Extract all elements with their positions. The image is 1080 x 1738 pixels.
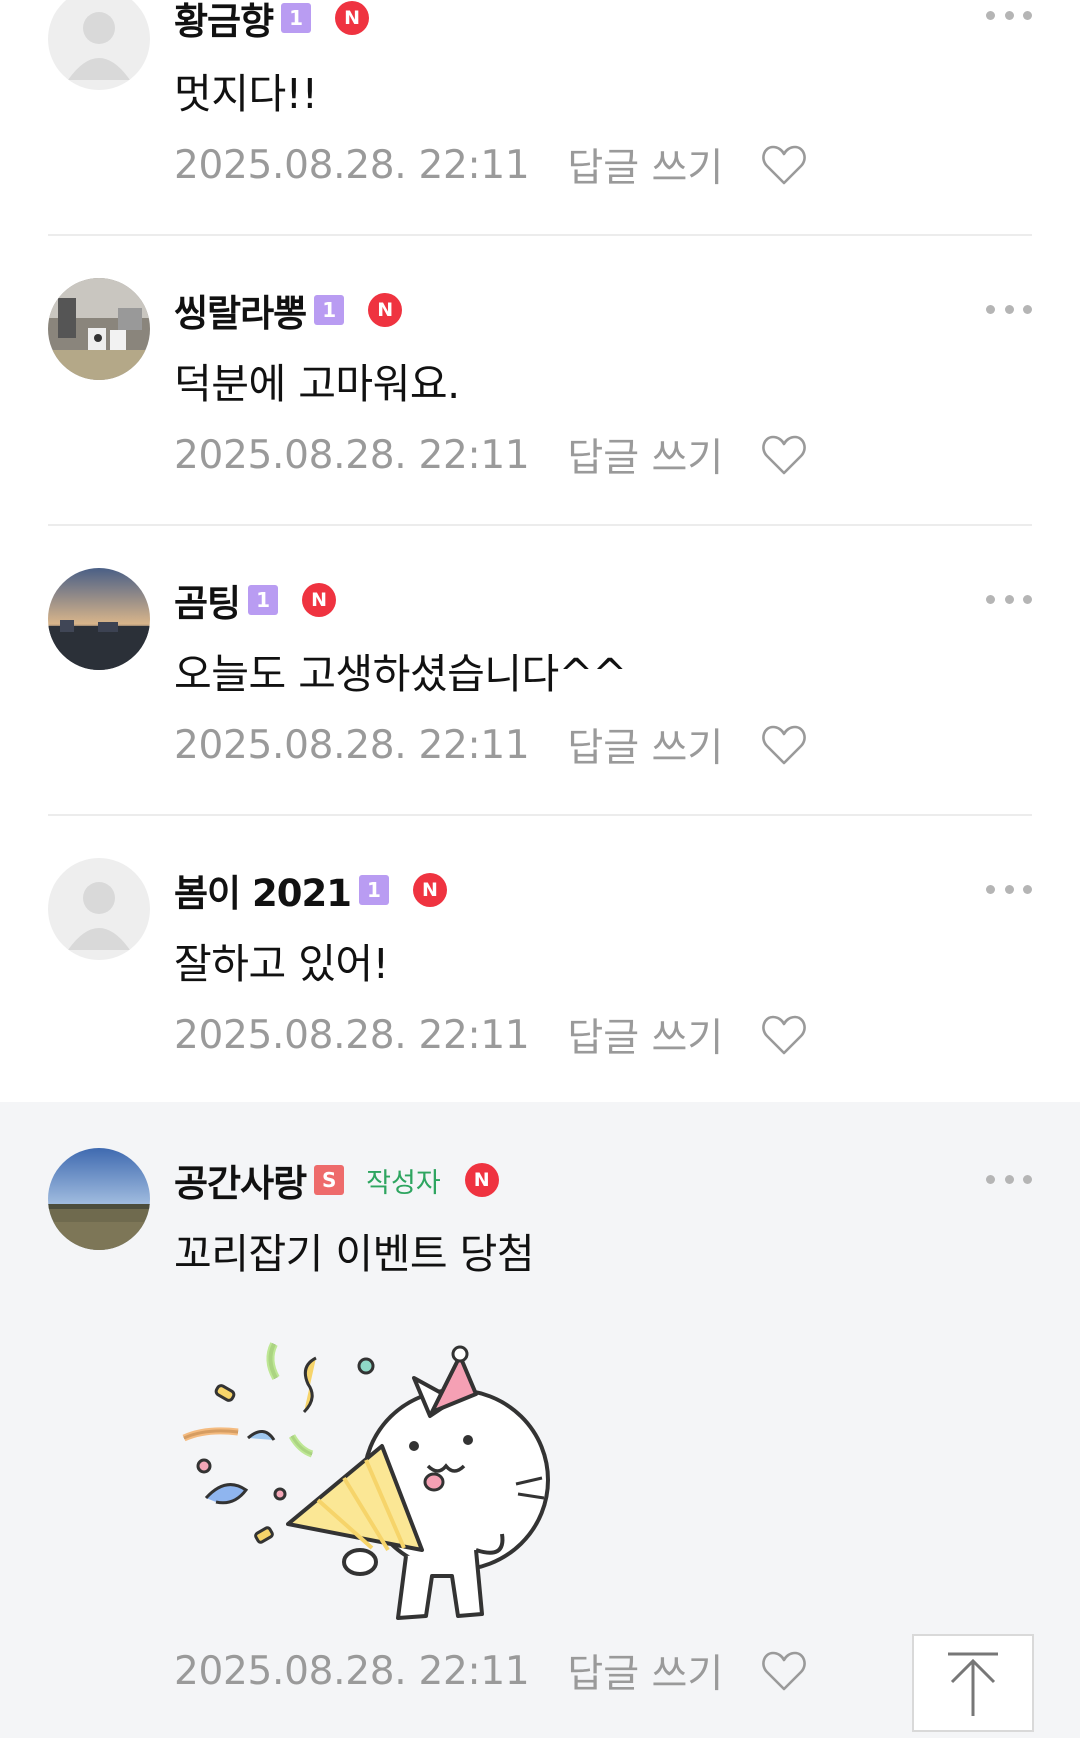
more-dots-icon[interactable] bbox=[986, 594, 1032, 604]
comment-item: 곰팅 1 N 오늘도 고생하셨습니다^^ 2025.08.28. 22:11 답… bbox=[0, 526, 1080, 816]
staff-badge: S bbox=[314, 1165, 345, 1195]
nickname[interactable]: 공간사랑 bbox=[174, 1153, 307, 1207]
avatar-default[interactable] bbox=[48, 858, 150, 960]
level-badge: 1 bbox=[314, 295, 345, 325]
avatar[interactable] bbox=[48, 568, 150, 670]
comment-date: 2025.08.28. 22:11 bbox=[174, 1012, 530, 1058]
reply-button[interactable]: 답글 쓰기 bbox=[567, 1007, 723, 1063]
new-badge: N bbox=[368, 293, 403, 327]
arrow-up-to-top-icon bbox=[948, 1652, 998, 1716]
party-cat-sticker bbox=[182, 1342, 550, 1620]
more-dots-icon[interactable] bbox=[986, 10, 1032, 20]
nickname[interactable]: 황금향 bbox=[174, 0, 274, 45]
comment-text: 잘하고 있어! bbox=[174, 940, 389, 988]
more-dots-icon[interactable] bbox=[986, 1174, 1032, 1184]
avatar[interactable] bbox=[48, 278, 150, 380]
comment-item: 황금향 1 N 멋지다!! 2025.08.28. 22:11 답글 쓰기 bbox=[0, 0, 1080, 236]
heart-icon[interactable] bbox=[761, 434, 807, 476]
scroll-to-top-button[interactable] bbox=[912, 1634, 1034, 1732]
comment-text: 멋지다!! bbox=[174, 70, 318, 118]
new-badge: N bbox=[464, 1163, 499, 1197]
avatar-default[interactable] bbox=[48, 0, 150, 90]
comment-item: 씽랄라뽕 1 N 덕분에 고마워요. 2025.08.28. 22:11 답글 … bbox=[0, 236, 1080, 526]
heart-icon[interactable] bbox=[761, 144, 807, 186]
more-dots-icon[interactable] bbox=[986, 304, 1032, 314]
level-badge: 1 bbox=[281, 3, 312, 33]
comment-date: 2025.08.28. 22:11 bbox=[174, 1648, 530, 1694]
comment-text: 오늘도 고생하셨습니다^^ bbox=[174, 650, 627, 698]
new-badge: N bbox=[412, 873, 447, 907]
reply-button[interactable]: 답글 쓰기 bbox=[567, 1643, 723, 1699]
comment-date: 2025.08.28. 22:11 bbox=[174, 432, 530, 478]
more-dots-icon[interactable] bbox=[986, 884, 1032, 894]
comment-text: 덕분에 고마워요. bbox=[174, 360, 460, 408]
author-tag: 작성자 bbox=[366, 1167, 441, 1199]
nickname[interactable]: 봄이 2021 bbox=[174, 863, 352, 917]
reply-button[interactable]: 답글 쓰기 bbox=[567, 717, 723, 773]
new-badge: N bbox=[335, 1, 370, 35]
comment-date: 2025.08.28. 22:11 bbox=[174, 142, 530, 188]
comment-text: 꼬리잡기 이벤트 당첨 bbox=[174, 1230, 535, 1278]
comment-date: 2025.08.28. 22:11 bbox=[174, 722, 530, 768]
heart-icon[interactable] bbox=[761, 1650, 807, 1692]
heart-icon[interactable] bbox=[761, 724, 807, 766]
reply-button[interactable]: 답글 쓰기 bbox=[567, 427, 723, 483]
comment-item: 봄이 2021 1 N 잘하고 있어! 2025.08.28. 22:11 답글… bbox=[0, 816, 1080, 1102]
reply-button[interactable]: 답글 쓰기 bbox=[567, 137, 723, 193]
level-badge: 1 bbox=[358, 875, 389, 905]
level-badge: 1 bbox=[248, 585, 279, 615]
heart-icon[interactable] bbox=[761, 1014, 807, 1056]
nickname[interactable]: 곰팅 bbox=[174, 573, 241, 627]
nickname[interactable]: 씽랄라뽕 bbox=[174, 283, 307, 337]
new-badge: N bbox=[302, 583, 337, 617]
avatar[interactable] bbox=[48, 1148, 150, 1250]
